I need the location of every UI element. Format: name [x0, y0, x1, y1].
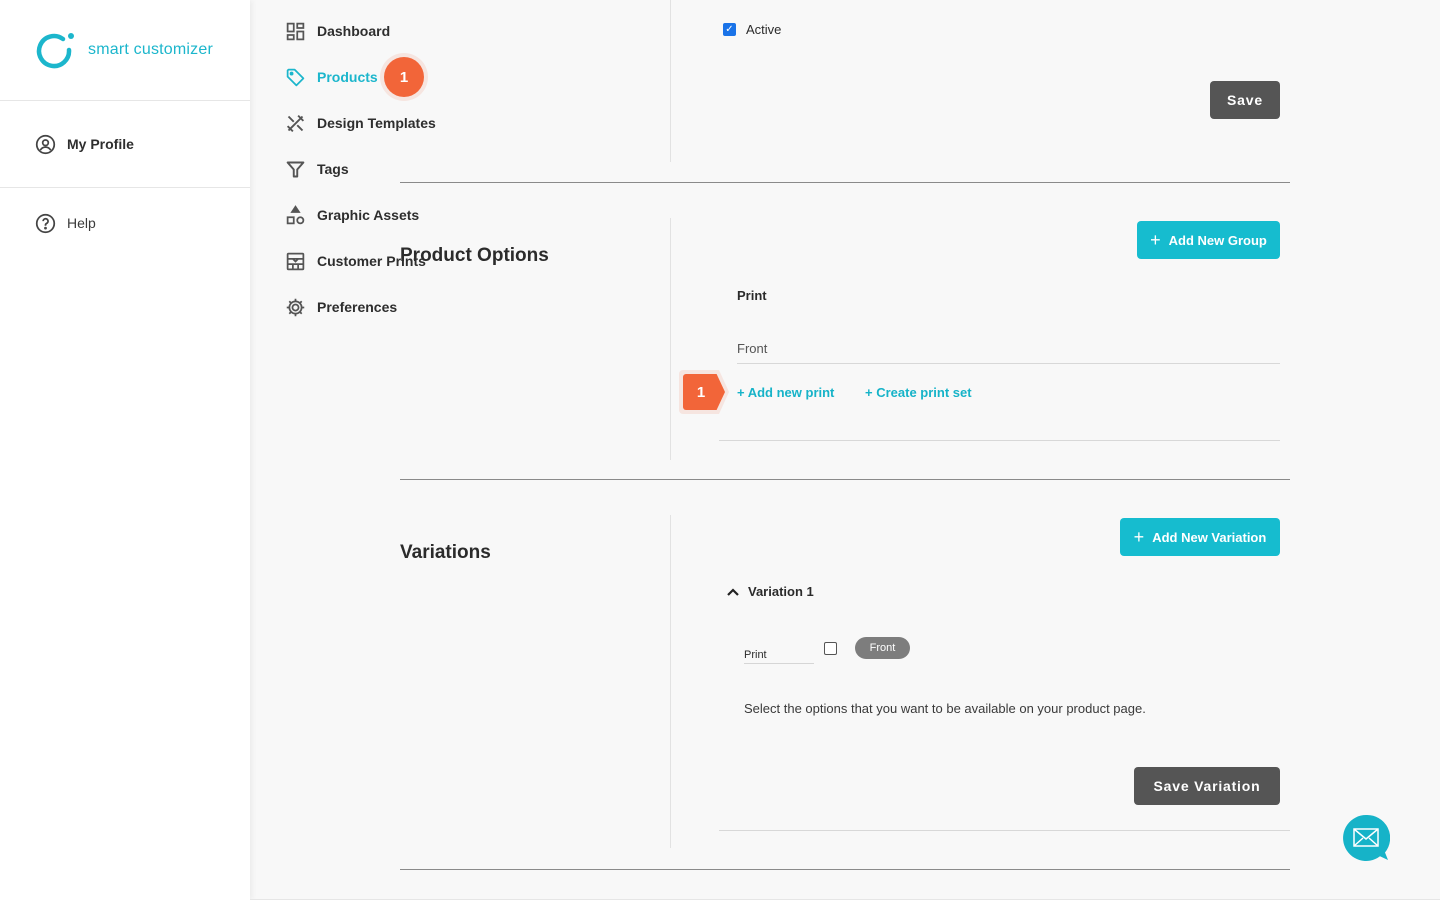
sidebar-item-label: Preferences — [317, 299, 398, 315]
sidebar-item-label: Design Templates — [317, 115, 436, 131]
sidebar-item-label: Customer Prints — [317, 253, 426, 269]
sidebar-item-my-profile[interactable]: My Profile — [0, 121, 250, 167]
brand-name: smart customizer — [88, 41, 213, 58]
sidebar-item-tags[interactable]: Tags — [250, 146, 1440, 192]
sidebar-item-preferences[interactable]: Preferences — [250, 284, 1440, 330]
tag-icon — [284, 66, 306, 88]
brand-logo[interactable]: smart customizer — [0, 0, 250, 101]
sidebar-item-label: Products — [317, 69, 378, 85]
sidebar-item-label: My Profile — [67, 136, 134, 152]
question-circle-icon — [34, 212, 56, 234]
sidebar-item-label: Graphic Assets — [317, 207, 420, 223]
sidebar-item-products[interactable]: Products 1 — [250, 54, 1440, 100]
dashboard-grid-icon — [284, 20, 306, 42]
user-circle-icon — [34, 133, 56, 155]
sidebar-item-design-templates[interactable]: Design Templates — [250, 100, 1440, 146]
step-badge: 1 — [384, 57, 424, 97]
gear-icon — [284, 296, 306, 318]
sidebar-item-label: Help — [67, 215, 96, 231]
sidebar-item-dashboard[interactable]: Dashboard — [250, 8, 1440, 54]
sidebar-item-customer-prints[interactable]: Customer Prints — [250, 238, 1440, 284]
logo-icon — [36, 33, 74, 69]
profile-section: My Profile — [0, 101, 250, 188]
sidebar-item-help[interactable]: Help — [0, 200, 250, 246]
filter-icon — [284, 158, 306, 180]
sidebar-item-label: Dashboard — [317, 23, 391, 39]
design-tools-icon — [284, 112, 306, 134]
main-nav: Dashboard Products 1 Design Templates Ta… — [250, 0, 1440, 900]
sidebar-item-label: Tags — [317, 161, 349, 177]
sidebar-item-graphic-assets[interactable]: Graphic Assets — [250, 192, 1440, 238]
sidebar: smart customizer My Profile Dashboard Pr… — [0, 0, 1440, 900]
prints-icon — [284, 250, 306, 272]
shapes-icon — [284, 204, 306, 226]
